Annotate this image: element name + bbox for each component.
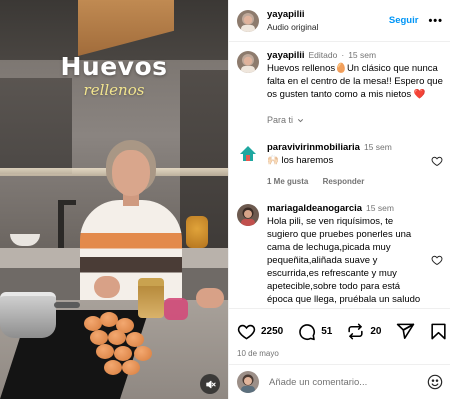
jar-decoration: [186, 216, 208, 248]
post-date[interactable]: 10 de mayo: [237, 349, 443, 358]
egg: [126, 332, 144, 347]
reply-button[interactable]: Responder: [323, 177, 365, 186]
more-button[interactable]: •••: [428, 15, 443, 27]
commenter-avatar[interactable]: [237, 143, 259, 165]
pot-handle: [54, 302, 80, 308]
egg: [108, 330, 126, 345]
tuna-jar: [138, 278, 164, 318]
caption-age: 15 sem: [348, 50, 377, 60]
avatar-image: [237, 9, 259, 32]
avatar-image: [237, 204, 259, 226]
comment-username[interactable]: mariagaldeanogarcia: [267, 203, 362, 214]
comments-list[interactable]: yayapilii Editado · 15 sem Huevos rellenos🥚…: [229, 43, 450, 305]
author-username[interactable]: yayapilii: [267, 9, 389, 20]
reposts-count: 20: [370, 325, 382, 337]
repost-button[interactable]: 20: [346, 322, 382, 341]
video-overlay-subtitle: rellenos: [83, 81, 145, 99]
comment-age: 15 sem: [363, 142, 392, 152]
comment-button[interactable]: 51: [297, 322, 332, 341]
follow-button[interactable]: Seguir: [389, 15, 419, 26]
comment-bubble-icon: [299, 323, 316, 340]
bookmark-icon: [430, 323, 446, 339]
comment-text: Hola pili, se ven riquísimos, te sugiero…: [267, 216, 421, 305]
egg: [90, 330, 108, 345]
caption-edited: Editado: [308, 50, 338, 60]
caption: yayapilii Editado · 15 sem Huevos rellenos🥚…: [237, 49, 443, 101]
woman-left-hand: [94, 276, 120, 298]
for-you-label: Para ti: [267, 115, 294, 125]
pink-container: [164, 298, 188, 320]
avatar-image: [237, 51, 259, 73]
comment-like-heart-icon[interactable]: [431, 155, 443, 167]
comment-input[interactable]: [269, 376, 427, 388]
comment-item: paravivirinmobiliaria 15 sem 🙌🏻 los harem…: [237, 141, 443, 188]
woman-face: [112, 150, 150, 196]
commenter-avatar[interactable]: [237, 204, 259, 226]
comments-count: 51: [321, 325, 333, 337]
emoji-icon[interactable]: [427, 374, 443, 390]
more-horizontal-icon: •••: [428, 14, 443, 27]
save-button[interactable]: [429, 322, 448, 341]
caption-separator: ·: [341, 50, 345, 60]
steel-pot: [0, 292, 56, 338]
for-you-toggle[interactable]: Para ti: [267, 115, 443, 125]
repost-icon: [348, 323, 363, 339]
comment-item: mariagaldeanogarcia 15 sem Hola pili, se …: [237, 202, 443, 305]
muted-speaker-icon: [205, 380, 216, 388]
viewer-avatar: [237, 371, 259, 393]
audio-label[interactable]: Audio original: [267, 22, 389, 32]
egg: [134, 346, 152, 361]
action-bar: 2250 51 20 10 de mayo: [229, 308, 450, 358]
likes-count: 2250: [261, 325, 284, 337]
caption-text: Huevos rellenos🥚Un clásico que nunca fal…: [267, 63, 443, 100]
post-panel: yayapilii Audio original Seguir ••• yaya…: [228, 0, 450, 399]
avatar-image: [237, 143, 259, 165]
author-avatar[interactable]: [237, 9, 259, 32]
like-button[interactable]: 2250: [237, 322, 283, 341]
egg: [122, 360, 140, 375]
comment-likes[interactable]: 1 Me gusta: [267, 177, 308, 186]
post-header: yayapilii Audio original Seguir •••: [229, 0, 450, 42]
faucet-arm: [58, 200, 76, 205]
egg: [114, 346, 132, 361]
faucet: [58, 200, 64, 248]
comment-text: 🙌🏻 los haremos: [267, 155, 334, 166]
heart-icon: [237, 324, 256, 340]
video-overlay-title: Huevos: [60, 52, 168, 81]
woman-right-hand: [196, 288, 224, 308]
share-button[interactable]: [396, 322, 415, 341]
chevron-down-icon: [297, 118, 304, 122]
mute-button[interactable]: [200, 374, 220, 394]
caption-avatar[interactable]: [237, 51, 259, 73]
avatar-image: [237, 371, 259, 393]
comment-username[interactable]: paravivirinmobiliaria: [267, 142, 360, 153]
caption-username[interactable]: yayapilii: [267, 50, 305, 61]
send-icon: [396, 323, 414, 339]
comment-age: 15 sem: [366, 203, 394, 213]
egg: [96, 344, 114, 359]
egg: [104, 360, 122, 375]
comment-like-heart-icon[interactable]: [431, 254, 443, 266]
reel-video[interactable]: Huevos rellenos: [0, 0, 228, 399]
comment-composer: [229, 364, 450, 399]
